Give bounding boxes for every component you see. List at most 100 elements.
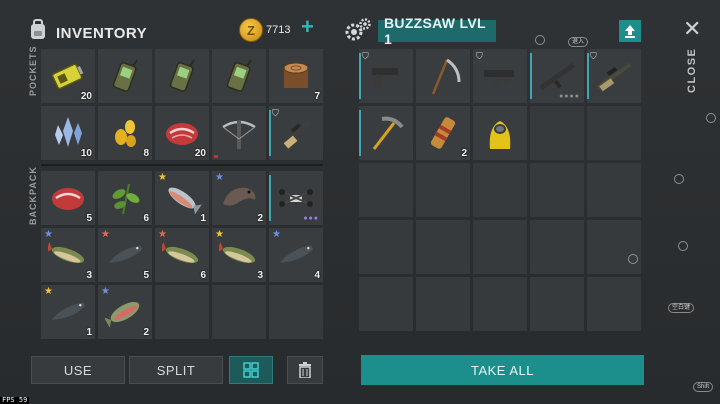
container-slot-empty[interactable] bbox=[359, 163, 413, 217]
trash-button[interactable] bbox=[287, 356, 323, 384]
key-hint-dot bbox=[628, 254, 638, 264]
backpack-slot[interactable]: ★ 2 bbox=[212, 171, 266, 225]
item-count: 3 bbox=[86, 270, 92, 281]
pocket-slot[interactable] bbox=[155, 49, 209, 103]
container-slot-empty[interactable] bbox=[530, 106, 584, 160]
container-slot-empty[interactable] bbox=[530, 220, 584, 274]
container-slot-empty[interactable] bbox=[359, 277, 413, 331]
container-slot-empty[interactable] bbox=[530, 163, 584, 217]
backpack-slot[interactable]: 5 bbox=[41, 171, 95, 225]
durability-low-indicator bbox=[214, 155, 218, 158]
backpack-slot-empty[interactable] bbox=[155, 285, 209, 339]
upgrade-button[interactable] bbox=[619, 20, 641, 42]
container-slot-empty[interactable] bbox=[587, 163, 641, 217]
raw-meat-icon bbox=[166, 123, 198, 145]
close-label[interactable]: CLOSE bbox=[686, 48, 698, 93]
take-all-button[interactable]: TAKE ALL bbox=[361, 355, 644, 385]
game-inventory-screen: INVENTORY Z 7713 + POCKETS BACKPACK 20 7… bbox=[0, 0, 720, 404]
item-count: 2 bbox=[461, 148, 467, 159]
pocket-slot[interactable]: 7 bbox=[269, 49, 323, 103]
bandage-icon bbox=[430, 117, 456, 149]
backpack-slot[interactable]: ★ 1 bbox=[155, 171, 209, 225]
walkie-talkie-icon bbox=[226, 59, 252, 92]
backpack-icon bbox=[31, 19, 45, 39]
container-slot-empty[interactable] bbox=[473, 277, 527, 331]
pocket-slot[interactable] bbox=[212, 106, 266, 160]
key-hint-badge: 空白键 bbox=[668, 303, 695, 313]
container-slot-empty[interactable] bbox=[587, 277, 641, 331]
container-slot[interactable]: 2 bbox=[416, 106, 470, 160]
grid-icon bbox=[243, 362, 259, 378]
salmon-icon bbox=[168, 187, 202, 215]
backpack-grid: 5 6 ★ 1 ★ 2 ●●● ★ 3 ★ 5 ★ 6 ★ 3 ★ 4 ★ 1 … bbox=[41, 171, 323, 339]
backpack-slot[interactable]: ★ 4 bbox=[269, 228, 323, 282]
walkie-talkie-icon bbox=[112, 59, 138, 92]
log-icon bbox=[283, 62, 309, 88]
container-slot[interactable]: ⛉ bbox=[359, 49, 413, 103]
container-slot-empty[interactable] bbox=[530, 277, 584, 331]
container-slot-empty[interactable] bbox=[359, 220, 413, 274]
item-count: 2 bbox=[143, 327, 149, 338]
coin-icon: Z bbox=[239, 18, 263, 42]
backpack-label: BACKPACK bbox=[28, 166, 38, 225]
backpack-slot[interactable]: ★ 3 bbox=[41, 228, 95, 282]
backpack-slot[interactable]: ●●● bbox=[269, 171, 323, 225]
container-slot-empty[interactable] bbox=[416, 277, 470, 331]
battery-icon bbox=[51, 63, 84, 90]
quality-dots: ●●● bbox=[303, 215, 319, 222]
inventory-title: INVENTORY bbox=[56, 25, 148, 42]
pocket-slot[interactable] bbox=[98, 49, 152, 103]
container-slot-empty[interactable] bbox=[416, 220, 470, 274]
container-title: BUZZSAW LVL 1 bbox=[378, 15, 496, 47]
backpack-slot[interactable]: ★ 2 bbox=[98, 285, 152, 339]
catfish-icon bbox=[223, 187, 256, 206]
crystal-icon bbox=[55, 117, 82, 147]
backpack-slot[interactable]: ★ 6 bbox=[155, 228, 209, 282]
hazmat-suit-icon bbox=[489, 121, 511, 149]
pockets-grid: 20 7 10 8 20 ⛉ bbox=[41, 49, 323, 160]
container-slot-empty[interactable] bbox=[587, 106, 641, 160]
container-slot-empty[interactable] bbox=[587, 220, 641, 274]
container-slot[interactable] bbox=[473, 106, 527, 160]
sturgeon-icon bbox=[51, 302, 86, 320]
raw-meat-icon bbox=[52, 188, 84, 210]
pocket-slot[interactable] bbox=[212, 49, 266, 103]
section-divider bbox=[41, 164, 323, 166]
pocket-slot[interactable]: 20 bbox=[41, 49, 95, 103]
pike-icon bbox=[162, 241, 199, 264]
use-button[interactable]: USE bbox=[31, 356, 125, 384]
container-slot-empty[interactable] bbox=[473, 163, 527, 217]
backpack-slot[interactable]: 6 bbox=[98, 171, 152, 225]
durability-bar bbox=[359, 110, 361, 156]
pocket-slot[interactable]: 20 bbox=[155, 106, 209, 160]
container-slot[interactable]: ●●●● bbox=[530, 49, 584, 103]
container-slot[interactable] bbox=[416, 49, 470, 103]
container-slot-empty[interactable] bbox=[473, 220, 527, 274]
backpack-slot[interactable]: ★ 1 bbox=[41, 285, 95, 339]
container-slot[interactable] bbox=[359, 106, 413, 160]
key-hint-dot bbox=[678, 241, 688, 251]
pocket-slot[interactable]: 8 bbox=[98, 106, 152, 160]
key-hint-dot bbox=[535, 35, 545, 45]
sniper-rifle-icon bbox=[596, 62, 632, 92]
assault-rifle-icon bbox=[539, 62, 576, 90]
backpack-slot[interactable]: ★ 3 bbox=[212, 228, 266, 282]
add-coins-button[interactable]: + bbox=[301, 16, 314, 38]
item-count: 5 bbox=[143, 270, 149, 281]
close-icon[interactable]: ✕ bbox=[683, 18, 701, 40]
backpack-slot[interactable]: ★ 5 bbox=[98, 228, 152, 282]
container-slot-empty[interactable] bbox=[416, 163, 470, 217]
key-hint-dot bbox=[706, 113, 716, 123]
split-button[interactable]: SPLIT bbox=[129, 356, 223, 384]
backpack-slot-empty[interactable] bbox=[269, 285, 323, 339]
item-count: 6 bbox=[143, 213, 149, 224]
pocket-slot[interactable]: ⛉ bbox=[269, 106, 323, 160]
pocket-slot[interactable]: 10 bbox=[41, 106, 95, 160]
container-slot[interactable]: ⛉ bbox=[473, 49, 527, 103]
backpack-slot-empty[interactable] bbox=[212, 285, 266, 339]
container-slot[interactable]: ⛉ bbox=[587, 49, 641, 103]
durability-bar bbox=[269, 175, 271, 221]
pike-icon bbox=[219, 241, 256, 264]
sort-grid-button[interactable] bbox=[229, 356, 273, 384]
pockets-label: POCKETS bbox=[28, 45, 38, 96]
